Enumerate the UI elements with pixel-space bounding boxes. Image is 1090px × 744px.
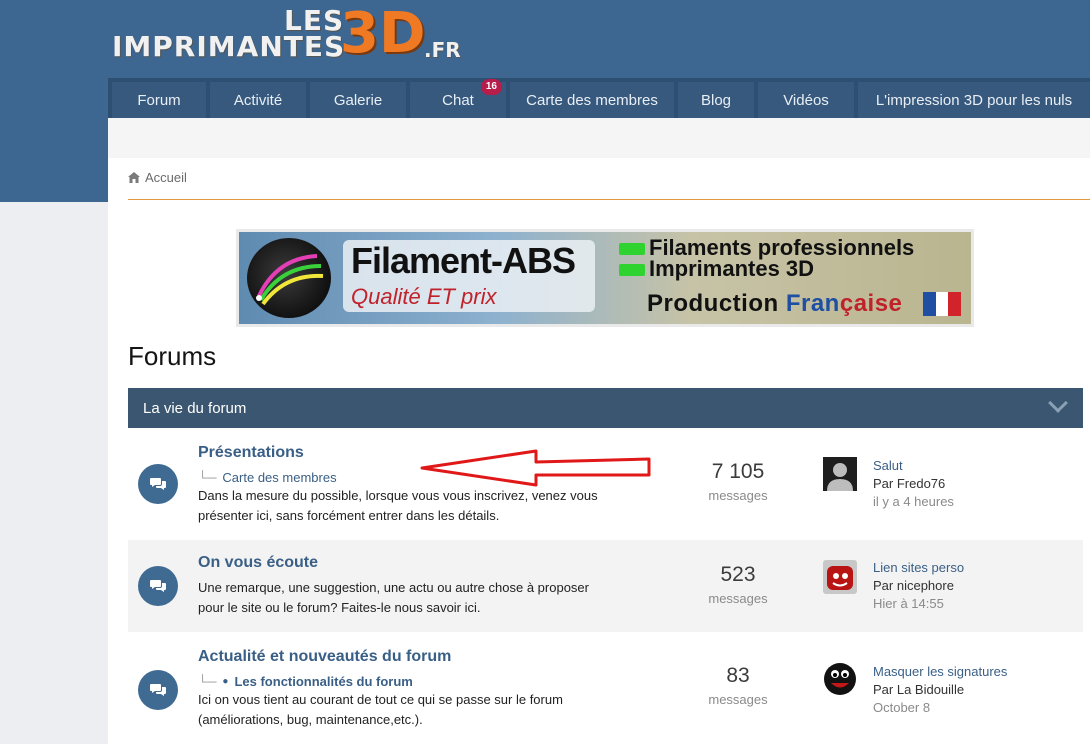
nav-chat-label: Chat [442,91,474,109]
subforum-connector-icon: └─ [198,470,217,485]
category-title[interactable]: La vie du forum [143,400,246,417]
last-post-time: October 8 [873,700,931,715]
unread-dot-icon: ● [222,676,229,687]
subforum-label: Les fonctionnalités du forum [234,674,413,689]
filament-swoosh-icon [256,254,324,306]
banner-arrow-icon [619,264,645,276]
home-icon [128,172,140,183]
banner-production-label: Production [647,290,779,317]
forum-title[interactable]: Actualité et nouveautés du forum [198,648,451,666]
avatar[interactable] [823,560,857,594]
breadcrumb: Accueil [128,170,187,185]
main-content: Accueil Filament-ABS Qualité ET prix Fil… [108,118,1090,744]
last-post-title[interactable]: Lien sites perso [873,560,964,575]
message-count: 7 105 [711,460,765,483]
nav-impression-3d-pour-les-nuls[interactable]: L'impression 3D pour les nuls [858,82,1090,118]
banner-production: Production Française [647,290,902,318]
sub-navigation-bar [108,118,1090,158]
banner-francaise-red: çaise [839,290,903,317]
logo-tld: .FR [424,38,461,62]
annotation-arrow-icon [420,449,651,487]
banner-brand: Filament-ABS [351,240,576,281]
nav-forum[interactable]: Forum [112,82,206,118]
message-count-label: messages [708,692,768,707]
nav-chat[interactable]: Chat 16 [410,79,506,118]
forum-title[interactable]: Présentations [198,444,304,462]
subforum-link[interactable]: └─ Carte des membres [198,470,337,485]
last-post-title[interactable]: Salut [873,458,903,473]
nav-carte-des-membres[interactable]: Carte des membres [510,82,674,118]
banner-francaise-blue: Fran [785,290,840,317]
chat-count-badge: 16 [480,79,502,95]
logo-imprimantes: IMPRIMANTES [112,30,346,63]
breadcrumb-divider [128,199,1090,200]
forum-chat-icon [138,670,178,710]
banner-logo-circle [247,238,331,318]
category-header: La vie du forum [128,388,1083,428]
message-count: 523 [720,563,756,586]
last-post-author[interactable]: Par La Bidouille [873,682,964,697]
last-post-title[interactable]: Masquer les signatures [873,664,1007,679]
main-nav: Forum Activité Galerie Chat 16 Carte des… [108,78,1090,118]
forum-title[interactable]: On vous écoute [198,554,318,572]
nav-activite[interactable]: Activité [210,82,306,118]
page-title: Forums [128,341,217,371]
forum-description: Dans la mesure du possible, lorsque vous… [198,488,598,523]
site-header: LES IMPRIMANTES 3D .FR [0,0,1090,78]
forum-description: Une remarque, une suggestion, une actu o… [198,580,589,615]
message-count: 83 [726,664,750,687]
message-count-label: messages [708,488,768,503]
last-post-time: il y a 4 heures [873,494,954,509]
forum-chat-icon [138,566,178,606]
french-flag-icon [923,292,962,316]
last-post-author[interactable]: Par nicephore [873,578,954,593]
chevron-down-icon[interactable] [1048,393,1068,413]
ad-banner[interactable]: Filament-ABS Qualité ET prix Filaments p… [236,229,974,327]
forum-description: Ici on vous tient au courant de tout ce … [198,692,563,727]
subforum-link[interactable]: └─ ● Les fonctionnalités du forum [198,674,413,689]
logo-3d: 3D [340,1,426,66]
message-count-label: messages [708,591,768,606]
avatar[interactable] [823,662,857,696]
nav-videos[interactable]: Vidéos [758,82,854,118]
banner-line-2: Imprimantes 3D [649,256,815,281]
banner-tagline: Qualité ET prix [351,284,497,309]
last-post-time: Hier à 14:55 [873,596,944,611]
site-logo[interactable]: LES IMPRIMANTES 3D .FR [112,4,462,68]
forum-row: Actualité et nouveautés du forum └─ ● Le… [128,634,1083,744]
subforum-connector-icon: └─ [198,674,217,689]
subforum-label: Carte des membres [222,470,337,485]
last-post-author[interactable]: Par Fredo76 [873,476,945,491]
avatar[interactable] [823,457,857,491]
forum-row: On vous écoute Une remarque, une suggest… [128,540,1083,632]
forum-chat-icon [138,464,178,504]
nav-blog[interactable]: Blog [678,82,754,118]
nav-galerie[interactable]: Galerie [310,82,406,118]
banner-arrow-icon [619,243,645,255]
breadcrumb-accueil[interactable]: Accueil [145,170,187,185]
